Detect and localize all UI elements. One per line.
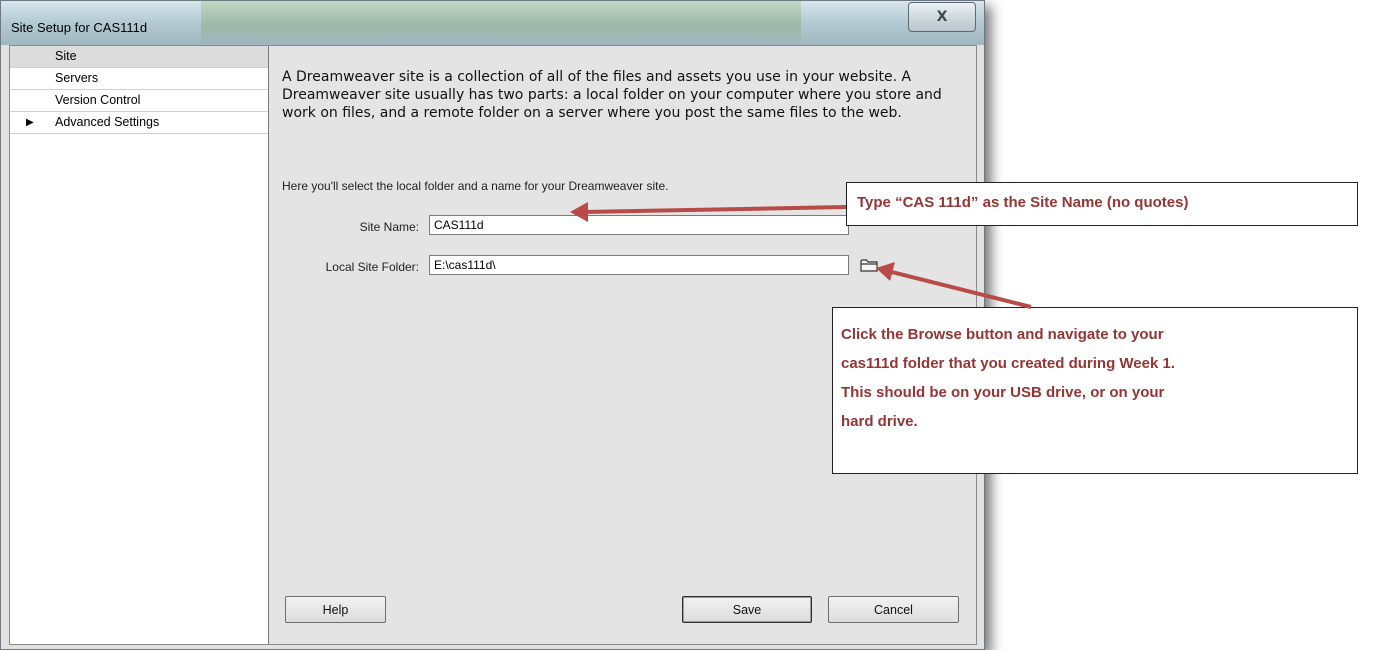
site-name-input[interactable]: CAS111d bbox=[429, 215, 849, 235]
site-description: A Dreamweaver site is a collection of al… bbox=[282, 69, 942, 121]
browse-callout-line: Click the Browse button and navigate to … bbox=[841, 326, 1164, 343]
sidebar-item-version-control[interactable]: Version Control bbox=[10, 90, 268, 112]
sidebar-item-label: Servers bbox=[55, 71, 99, 85]
instruction-text: Here you'll select the local folder and … bbox=[282, 179, 669, 193]
category-sidebar: Site Servers Version Control ▶ Advanced … bbox=[10, 46, 269, 644]
browse-callout-line: cas111d folder that you created during W… bbox=[841, 355, 1176, 372]
sidebar-item-label: Advanced Settings bbox=[55, 115, 160, 129]
site-name-callout-text: Type “CAS 111d” as the Site Name (no quo… bbox=[857, 194, 1189, 211]
close-button[interactable]: X bbox=[908, 2, 976, 32]
window-title: Site Setup for CAS111d bbox=[11, 20, 148, 35]
title-bar-glass bbox=[201, 1, 801, 45]
folder-icon[interactable] bbox=[860, 258, 878, 272]
close-icon: X bbox=[936, 9, 948, 25]
sidebar-item-site[interactable]: Site bbox=[10, 46, 268, 68]
save-button[interactable]: Save bbox=[682, 596, 812, 623]
browse-callout-line: hard drive. bbox=[841, 413, 918, 430]
sidebar-item-advanced-settings[interactable]: ▶ Advanced Settings bbox=[10, 112, 268, 134]
local-site-folder-input[interactable]: E:\cas111d\ bbox=[429, 255, 849, 275]
browse-callout-line: This should be on your USB drive, or on … bbox=[841, 384, 1165, 401]
title-bar: Site Setup for CAS111d X bbox=[1, 1, 984, 45]
expand-arrow-icon[interactable]: ▶ bbox=[26, 112, 34, 133]
site-name-label: Site Name: bbox=[359, 220, 419, 234]
local-site-folder-label: Local Site Folder: bbox=[325, 260, 419, 274]
cancel-button[interactable]: Cancel bbox=[828, 596, 959, 623]
sidebar-item-label: Site bbox=[55, 49, 77, 63]
sidebar-item-servers[interactable]: Servers bbox=[10, 68, 268, 90]
site-name-callout: Type “CAS 111d” as the Site Name (no quo… bbox=[846, 182, 1358, 226]
sidebar-item-label: Version Control bbox=[55, 93, 141, 107]
help-button[interactable]: Help bbox=[285, 596, 386, 623]
browse-callout: Click the Browse button and navigate to … bbox=[832, 307, 1358, 474]
